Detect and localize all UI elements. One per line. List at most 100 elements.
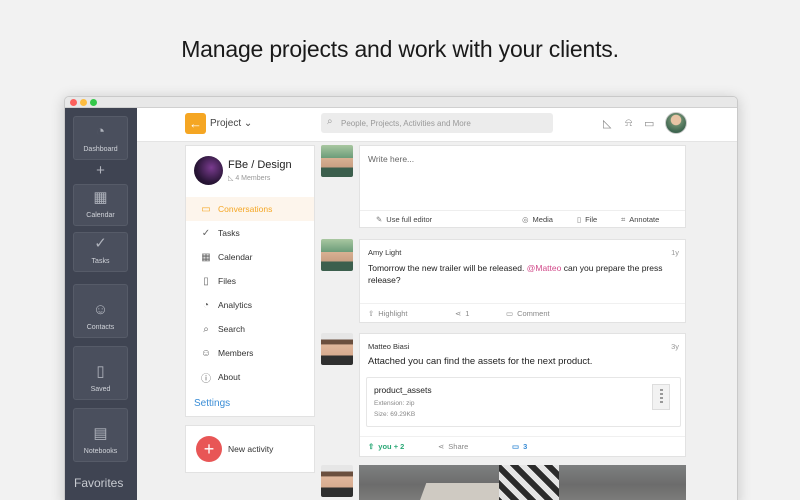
post-photo[interactable] — [359, 465, 686, 500]
nav-item-tasks[interactable]: ✓ Tasks — [186, 221, 314, 245]
mention-link[interactable]: @Matteo — [527, 263, 562, 273]
media-button[interactable]: ◎ Media — [522, 215, 553, 224]
project-dropdown-label: Project — [210, 118, 242, 129]
current-user-avatar[interactable] — [321, 145, 353, 177]
highlight-button[interactable]: ⇧ Highlight — [368, 309, 407, 318]
project-dropdown[interactable]: Project ⌄ — [210, 118, 252, 129]
dock-item-dashboard[interactable]: ◔ Dashboard — [73, 116, 128, 160]
dock-item-contacts[interactable]: ☺ Contacts — [73, 284, 128, 338]
minimize-window-button[interactable] — [80, 99, 87, 106]
media-label: Media — [532, 215, 553, 224]
activity-icon[interactable]: ◺ — [603, 117, 611, 130]
dock-item-notebooks[interactable]: ▤ Notebooks — [73, 408, 128, 462]
back-button[interactable]: ← — [185, 113, 206, 134]
nav-item-label: Conversations — [218, 204, 273, 214]
dock-item-label: Tasks — [91, 258, 110, 265]
bell-icon[interactable]: ⍾ — [625, 117, 632, 130]
highlight-icon: ⇧ — [368, 309, 375, 318]
project-nav: ▭ Conversations ✓ Tasks ▦ Calendar ▯ Fil… — [186, 197, 314, 389]
settings-link[interactable]: Settings — [194, 398, 230, 409]
nav-item-calendar[interactable]: ▦ Calendar — [186, 245, 314, 269]
dock-item-calendar[interactable]: ▦ Calendar — [73, 184, 128, 226]
dock-add-button[interactable]: + — [73, 160, 128, 182]
members-icon: ◺ — [228, 175, 234, 182]
post-time: 1y — [671, 248, 679, 257]
project-header[interactable]: FBe / Design ◺ 4 Members — [194, 156, 314, 188]
comment-button[interactable]: ▭ 3 — [512, 442, 527, 451]
nav-item-label: Calendar — [218, 252, 253, 262]
comment-button[interactable]: ▭ Comment — [506, 309, 550, 318]
nav-item-label: About — [218, 372, 241, 382]
plus-icon: + — [203, 439, 215, 459]
user-avatar[interactable] — [665, 112, 687, 134]
post-body: Attached you can find the assets for the… — [368, 356, 593, 367]
composer-card: ✎Use full editor ◎Media ▯File ⌗Annotate — [359, 145, 686, 228]
chat-icon[interactable]: ▭ — [644, 117, 654, 130]
nav-item-members[interactable]: ☺ Members — [186, 341, 314, 365]
nav-item-about[interactable]: ⓘ About — [186, 365, 314, 389]
highlight-label: Highlight — [378, 309, 408, 318]
members-icon: ☺ — [200, 347, 212, 359]
members-count-text: 4 Members — [235, 175, 271, 182]
project-members-count: ◺ 4 Members — [228, 174, 270, 182]
project-logo — [194, 156, 223, 185]
post-text: Tomorrow the new trailer will be release… — [368, 263, 527, 273]
share-button[interactable]: ⋖ Share — [438, 442, 468, 451]
attachment-card[interactable]: product_assets Extension: zip Size: 69.2… — [366, 377, 681, 427]
nav-item-label: Search — [218, 324, 245, 334]
favorites-label: Favorites — [74, 476, 124, 490]
composer-toolbar: ✎ Use full editor ◎ Media ▯ File ⌗ Annotate — [360, 210, 685, 228]
dock-item-tasks[interactable]: ✓ Tasks — [73, 232, 128, 272]
post-author[interactable]: Matteo Biasi — [368, 342, 409, 351]
nav-item-conversations[interactable]: ▭ Conversations — [186, 197, 314, 221]
post-author-avatar[interactable] — [321, 333, 353, 365]
window-titlebar — [65, 97, 737, 108]
highlight-button[interactable]: ⇧ you + 2 — [368, 442, 404, 451]
nav-item-files[interactable]: ▯ Files — [186, 269, 314, 293]
post-author-avatar[interactable] — [321, 465, 353, 497]
annotate-icon: ⌗ — [621, 215, 626, 224]
share-icon: ⋖ — [455, 309, 462, 318]
annotate-button[interactable]: ⌗ Annotate — [621, 215, 659, 225]
dock-item-saved[interactable]: ▯ Saved — [73, 346, 128, 400]
new-activity-card[interactable]: + New activity — [185, 425, 315, 473]
comment-label: Comment — [517, 309, 550, 318]
annotate-label: Annotate — [629, 215, 660, 224]
calendar-icon: ▦ — [201, 251, 211, 263]
zoom-window-button[interactable] — [90, 99, 97, 106]
nav-item-label: Members — [218, 348, 254, 358]
highlight-label: you + 2 — [378, 442, 405, 451]
search-input[interactable] — [341, 115, 541, 131]
camera-icon: ◎ — [522, 215, 529, 224]
dock-item-label: Notebooks — [83, 448, 118, 455]
full-editor-label: Use full editor — [386, 215, 433, 224]
post-author[interactable]: Amy Light — [368, 248, 401, 257]
attachment-extension: Extension: zip — [374, 400, 415, 407]
share-button[interactable]: ⋖ 1 — [455, 309, 469, 318]
full-editor-button[interactable]: ✎ Use full editor — [376, 215, 432, 224]
comment-icon: ▭ — [512, 442, 520, 451]
compose-input[interactable] — [368, 154, 668, 204]
close-window-button[interactable] — [70, 99, 77, 106]
chevron-down-icon: ⌄ — [243, 118, 253, 129]
post-card: Amy Light 1y Tomorrow the new trailer wi… — [359, 239, 686, 323]
contacts-icon: ☺ — [92, 301, 109, 318]
search-box: ⌕ — [321, 113, 553, 133]
photo-detail — [499, 465, 559, 500]
comment-count: 3 — [523, 442, 528, 451]
project-name: FBe / Design — [228, 159, 292, 171]
file-button[interactable]: ▯ File — [577, 215, 597, 224]
dock-item-label: Saved — [90, 386, 111, 393]
nav-item-search[interactable]: ⌕ Search — [186, 317, 314, 341]
share-count: 1 — [465, 309, 470, 318]
zip-file-icon — [652, 384, 670, 410]
bookmark-icon: ▯ — [96, 363, 105, 380]
nav-item-analytics[interactable]: ◔ Analytics — [186, 293, 314, 317]
nav-item-label: Files — [218, 276, 236, 286]
post-actions: ⇧ Highlight ⋖ 1 ▭ Comment — [360, 303, 685, 323]
post-body: Tomorrow the new trailer will be release… — [368, 262, 678, 286]
pie-chart-icon: ◔ — [202, 299, 210, 311]
nav-item-label: Analytics — [218, 300, 253, 310]
post-author-avatar[interactable] — [321, 239, 353, 271]
new-activity-button[interactable]: + — [196, 436, 222, 462]
